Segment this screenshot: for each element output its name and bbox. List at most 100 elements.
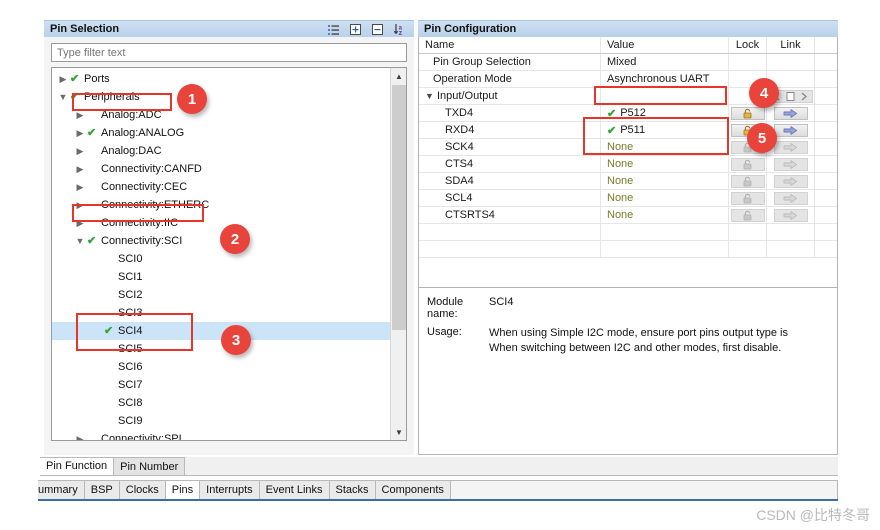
cell-value[interactable]: ✔ P511 bbox=[601, 122, 729, 138]
table-empty-row bbox=[419, 241, 837, 258]
link-arrow-icon[interactable] bbox=[773, 157, 808, 171]
chevron-down-icon[interactable]: ▼ bbox=[56, 92, 70, 102]
tree-item-connectivity-canfd[interactable]: ▶✔Connectivity:CANFD bbox=[52, 160, 390, 178]
tree-item-sci2[interactable]: ✔SCI2 bbox=[52, 286, 390, 304]
tree-item-analog-dac[interactable]: ▶✔Analog:DAC bbox=[52, 142, 390, 160]
link-arrow-icon[interactable] bbox=[773, 191, 808, 205]
worktab-interrupts[interactable]: Interrupts bbox=[199, 480, 260, 499]
lock-icon[interactable] bbox=[730, 208, 765, 222]
tree-item-ports[interactable]: ▶ ✔ Ports bbox=[52, 70, 390, 88]
link-arrow-icon[interactable] bbox=[773, 208, 808, 222]
cell-link[interactable] bbox=[767, 105, 815, 121]
scrollbar-thumb[interactable] bbox=[392, 85, 406, 330]
lock-icon[interactable] bbox=[730, 157, 765, 171]
link-arrow-icon[interactable] bbox=[773, 174, 808, 188]
chevron-down-icon[interactable]: ▼ bbox=[425, 91, 437, 101]
tree-item-sci0[interactable]: ✔SCI0 bbox=[52, 250, 390, 268]
lock-icon[interactable] bbox=[730, 174, 765, 188]
sort-alpha-icon[interactable]: a z bbox=[393, 23, 406, 36]
cell-value[interactable]: Mixed bbox=[601, 54, 729, 70]
worktab-clocks[interactable]: Clocks bbox=[118, 480, 166, 499]
chevron-right-icon[interactable]: ▶ bbox=[73, 146, 87, 156]
chevron-right-icon[interactable]: ▶ bbox=[73, 164, 87, 174]
cell-link[interactable] bbox=[767, 190, 815, 206]
lock-icon[interactable] bbox=[730, 191, 765, 205]
worktab-ummary[interactable]: ummary bbox=[38, 480, 85, 499]
chevron-right-icon[interactable]: ▶ bbox=[73, 434, 87, 440]
worktab-bsp[interactable]: BSP bbox=[83, 480, 120, 499]
cell-lock[interactable] bbox=[729, 156, 767, 172]
chevron-down-icon[interactable]: ▼ bbox=[73, 236, 87, 246]
subtab-pin-number[interactable]: Pin Number bbox=[113, 457, 186, 475]
chevron-right-icon[interactable]: ▶ bbox=[73, 182, 87, 192]
column-header-value[interactable]: Value bbox=[601, 37, 729, 53]
cell-name-label: CTS4 bbox=[445, 158, 474, 170]
cell-value[interactable]: None bbox=[601, 190, 729, 206]
pin-tree[interactable]: ▶✔Ports▼✔Peripherals▶✔Analog:ADC▶✔Analog… bbox=[52, 68, 390, 440]
filter-input[interactable] bbox=[51, 43, 407, 62]
cell-value[interactable]: None bbox=[601, 207, 729, 223]
worktab-label: Stacks bbox=[335, 484, 369, 496]
check-icon: ✔ bbox=[70, 72, 80, 85]
table-row[interactable]: TXD4 ✔ P512 bbox=[419, 105, 837, 122]
link-arrow-icon[interactable] bbox=[773, 106, 808, 120]
scroll-up-arrow-icon[interactable]: ▲ bbox=[391, 68, 406, 84]
chevron-right-icon[interactable]: ▶ bbox=[73, 128, 87, 138]
link-arrow-icon[interactable] bbox=[773, 140, 808, 154]
table-row[interactable]: CTS4 None bbox=[419, 156, 837, 173]
tree-item-connectivity-spi[interactable]: ▶✔Connectivity:SPI bbox=[52, 430, 390, 440]
tree-item-connectivity-cec[interactable]: ▶✔Connectivity:CEC bbox=[52, 178, 390, 196]
tree-item-label: Connectivity:SPI bbox=[101, 433, 182, 440]
tree-item-sci3[interactable]: ✔SCI3 bbox=[52, 304, 390, 322]
tree-item-connectivity-iic[interactable]: ▶✔Connectivity:IIC bbox=[52, 214, 390, 232]
table-row[interactable]: Pin Group Selection Mixed bbox=[419, 54, 837, 71]
worktab-stacks[interactable]: Stacks bbox=[328, 480, 376, 499]
tree-item-connectivity-etherc[interactable]: ▶✔Connectivity:ETHERC bbox=[52, 196, 390, 214]
cell-value[interactable]: ✔ P512 bbox=[601, 105, 729, 121]
expand-all-icon[interactable] bbox=[349, 23, 362, 36]
chevron-right-icon[interactable]: ▶ bbox=[73, 218, 87, 228]
cell-value[interactable]: None bbox=[601, 139, 729, 155]
scroll-down-arrow-icon[interactable]: ▼ bbox=[391, 424, 406, 440]
chevron-right-icon[interactable]: ▶ bbox=[73, 200, 87, 210]
column-header-name[interactable]: Name bbox=[419, 37, 601, 53]
tree-item-sci9[interactable]: ✔SCI9 bbox=[52, 412, 390, 430]
cell-link[interactable] bbox=[767, 156, 815, 172]
chevron-right-icon[interactable]: ▶ bbox=[56, 74, 70, 84]
tree-item-sci6[interactable]: ✔SCI6 bbox=[52, 358, 390, 376]
tree-item-sci1[interactable]: ✔SCI1 bbox=[52, 268, 390, 286]
table-row[interactable]: SDA4 None bbox=[419, 173, 837, 190]
tree-item-peripherals[interactable]: ▼ ✔ Peripherals bbox=[52, 88, 390, 106]
cell-lock[interactable] bbox=[729, 190, 767, 206]
cell-link[interactable] bbox=[767, 207, 815, 223]
cell-value[interactable] bbox=[601, 88, 729, 104]
tree-item-analog-adc[interactable]: ▶✔Analog:ADC bbox=[52, 106, 390, 124]
tree-item-sci7[interactable]: ✔SCI7 bbox=[52, 376, 390, 394]
group-list-icon[interactable] bbox=[327, 23, 340, 36]
cell-link[interactable] bbox=[767, 173, 815, 189]
link-arrow-icon[interactable] bbox=[773, 123, 808, 137]
worktab-filler bbox=[449, 480, 838, 499]
tree-item-sci8[interactable]: ✔SCI8 bbox=[52, 394, 390, 412]
subtab-pin-function[interactable]: Pin Function bbox=[40, 457, 115, 475]
column-header-lock[interactable]: Lock bbox=[729, 37, 767, 53]
table-row[interactable]: CTSRTS4 None bbox=[419, 207, 837, 224]
tree-item-analog-analog[interactable]: ▶ ✔ Analog:ANALOG bbox=[52, 124, 390, 142]
tree-item-label: SCI4 bbox=[118, 325, 143, 337]
worktab-pins[interactable]: Pins bbox=[164, 480, 201, 499]
cell-name: ▼ Input/Output bbox=[419, 88, 601, 104]
cell-link bbox=[767, 54, 815, 70]
cell-value[interactable]: Asynchronous UART bbox=[601, 71, 729, 87]
worktab-event-links[interactable]: Event Links bbox=[258, 480, 330, 499]
chevron-right-icon[interactable]: ▶ bbox=[73, 110, 87, 120]
cell-lock[interactable] bbox=[729, 173, 767, 189]
cell-lock[interactable] bbox=[729, 207, 767, 223]
cell-value[interactable]: None bbox=[601, 173, 729, 189]
lock-icon[interactable] bbox=[730, 106, 765, 120]
tree-vertical-scrollbar[interactable]: ▲ ▼ bbox=[390, 68, 406, 440]
cell-value[interactable]: None bbox=[601, 156, 729, 172]
column-header-link[interactable]: Link bbox=[767, 37, 815, 53]
collapse-all-icon[interactable] bbox=[371, 23, 384, 36]
table-row[interactable]: SCL4 None bbox=[419, 190, 837, 207]
worktab-components[interactable]: Components bbox=[374, 480, 451, 499]
